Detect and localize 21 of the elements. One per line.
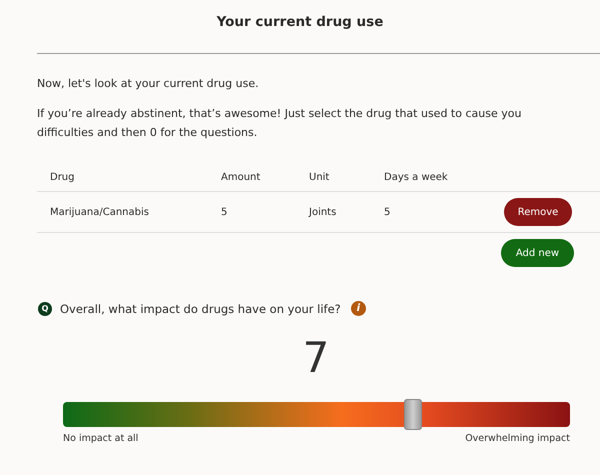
column-header: Days a week [371, 171, 466, 192]
impact-slider[interactable] [63, 402, 570, 427]
remove-button[interactable]: Remove [504, 198, 572, 226]
info-icon[interactable]: i [350, 301, 366, 316]
question-text: Overall, what impact do drugs have on your life? [60, 302, 341, 316]
table-cell: 5 [221, 206, 228, 218]
add-new-button[interactable]: Add new [501, 239, 574, 267]
intro-text: If you’re already abstinent, that’s awesome! Just select the drug that used to cause you difficulties and then 0 for the questions. [37, 106, 522, 141]
page-title: Your current drug use [216, 14, 384, 32]
intro-text: Now, let's look at your current drug use. [37, 77, 260, 90]
column-header: Unit [296, 171, 371, 192]
slider-value: 7 [302, 336, 330, 380]
table-cell: 5 [384, 206, 390, 218]
table-cell: Marijuana/Cannabis [50, 206, 149, 218]
slider-thumb[interactable] [404, 399, 422, 430]
column-header: Drug [37, 171, 208, 192]
min-label: No impact at all [63, 433, 138, 444]
table-cell: Joints [309, 206, 336, 218]
question-badge: Q [38, 302, 52, 316]
column-header: Amount [208, 171, 296, 192]
max-label: Overwhelming impact [465, 433, 570, 444]
